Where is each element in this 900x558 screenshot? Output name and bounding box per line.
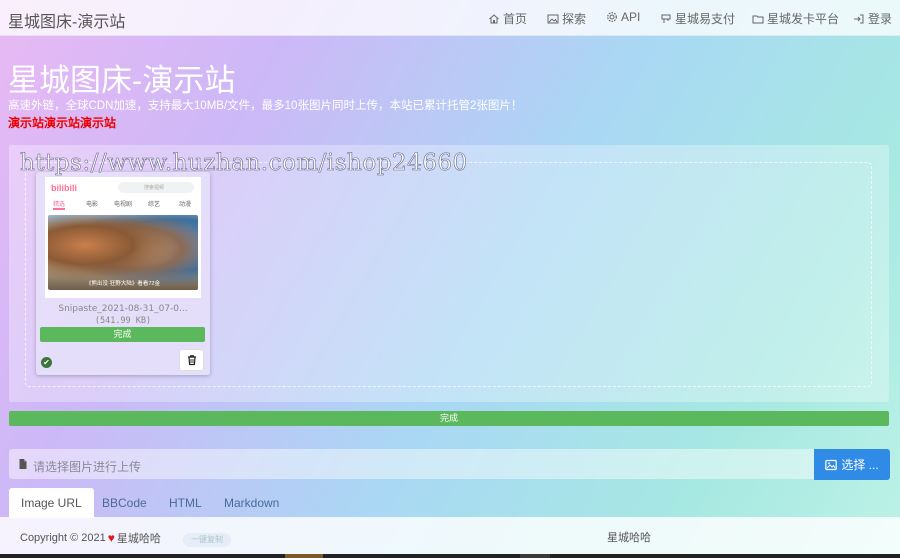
nav-pay[interactable]: 星城易支付	[660, 10, 735, 27]
file-name: Snipaste_2021-08-31_07-0...	[58, 304, 188, 314]
hero-subtitle: 高速外链，全球CDN加速，支持最大10MB/文件，最多10张图片同时上传，本站已…	[8, 100, 523, 112]
nav-home-label: 首页	[503, 12, 528, 26]
file-select-placeholder: 请选择图片进行上传	[33, 460, 142, 474]
nav-explore[interactable]: 探索	[547, 10, 586, 27]
thumbnail-tab-underline	[53, 208, 65, 210]
bilibili-logo: bilibili	[51, 183, 77, 193]
nav-api[interactable]: API	[606, 10, 640, 24]
thumbnail-tab: 电影	[86, 202, 99, 208]
nav-pay-label: 星城易支付	[675, 12, 736, 26]
file-icon	[17, 458, 29, 470]
watermark-text: https://www.huzhan.com/ishop24660	[20, 150, 468, 177]
thumbnail-tab: 电视剧	[114, 202, 133, 208]
nav-login-label: 登录	[868, 12, 893, 26]
thumbnail-caption: 《熊出没·狂野大陆》看看72金	[86, 281, 160, 287]
image-icon	[547, 13, 559, 25]
hero-notice: 演示站演示站演示站	[8, 116, 117, 130]
file-progress-bar: 完成	[40, 327, 205, 342]
copy-pill[interactable]: 一键复制	[183, 533, 231, 547]
home-icon	[488, 13, 500, 25]
bottom-strip	[0, 554, 900, 558]
delete-button[interactable]	[179, 349, 204, 371]
thumbnail-tab: 精选	[53, 202, 66, 208]
choose-file-button[interactable]: 选择 ...	[814, 449, 890, 480]
copyright-text: Copyright © 2021	[20, 532, 106, 544]
file-thumbnail: bilibili 搜索视频 精选 电影 电视剧 综艺 动漫 《熊出没·狂野大陆》…	[45, 177, 201, 298]
nav-api-label: API	[621, 10, 641, 24]
tab-bbcode[interactable]: BBCode	[90, 488, 159, 518]
tab-image-url[interactable]: Image URL	[9, 488, 94, 518]
thumbnail-tab: 动漫	[179, 202, 192, 208]
overall-progress-bar: 完成	[9, 411, 889, 426]
heart-icon: ♥	[107, 531, 115, 545]
check-circle-icon: ✔	[41, 357, 52, 368]
file-size: (541.99 KB)	[94, 316, 152, 326]
gear-icon	[606, 11, 618, 23]
copyright: Copyright © 2021 ♥ 星城哈哈	[20, 530, 161, 546]
pay-icon	[660, 13, 672, 25]
nav-card-platform[interactable]: 星城发卡平台	[752, 10, 839, 27]
footer-right-text: 星城哈哈	[607, 532, 651, 544]
nav-card-platform-label: 星城发卡平台	[767, 12, 840, 26]
nav-explore-label: 探索	[562, 12, 587, 26]
hero-title: 星城图床-演示站	[8, 63, 236, 98]
image-icon	[825, 459, 838, 471]
tab-markdown[interactable]: Markdown	[212, 488, 291, 518]
nav-login[interactable]: 登录	[853, 10, 892, 27]
nav-home[interactable]: 首页	[488, 10, 527, 27]
site-brand[interactable]: 星城图床-演示站	[8, 8, 125, 32]
tab-html[interactable]: HTML	[157, 488, 214, 518]
thumbnail-search: 搜索视频	[118, 182, 194, 193]
trash-icon	[186, 354, 198, 366]
choose-file-label: 选择 ...	[841, 458, 879, 472]
thumbnail-tab: 综艺	[148, 202, 161, 208]
copyright-owner[interactable]: 星城哈哈	[117, 530, 161, 546]
login-icon	[853, 13, 865, 25]
folder-icon	[752, 13, 764, 25]
